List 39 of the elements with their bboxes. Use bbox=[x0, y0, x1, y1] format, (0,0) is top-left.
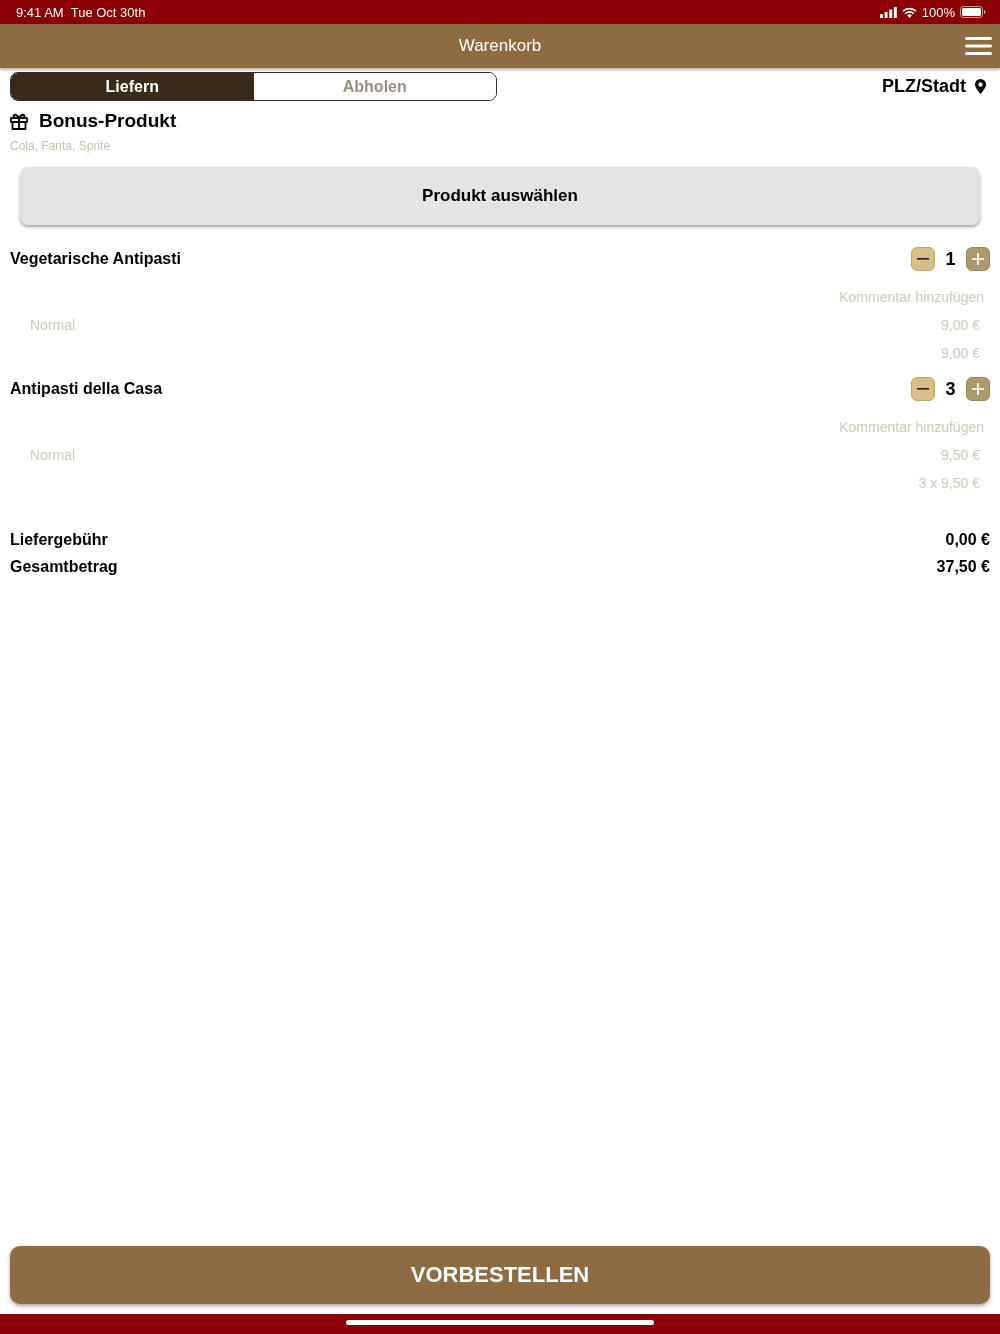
status-date: Tue Oct 30th bbox=[70, 4, 146, 20]
delivery-tab[interactable]: Liefern bbox=[11, 73, 254, 100]
minus-icon bbox=[917, 388, 929, 390]
menu-button[interactable] bbox=[965, 37, 992, 55]
increase-button[interactable] bbox=[966, 377, 990, 401]
decrease-button[interactable] bbox=[911, 377, 935, 401]
plus-icon bbox=[972, 383, 984, 395]
item-variant: Normal bbox=[30, 317, 76, 333]
unit-price: 9,00 € bbox=[941, 317, 980, 333]
screen-title: Warenkorb bbox=[458, 36, 542, 56]
item-name: Antipasti della Casa bbox=[10, 380, 163, 398]
item-name: Vegetarische Antipasti bbox=[10, 250, 182, 268]
select-product-button[interactable]: Produkt auswählen bbox=[20, 167, 980, 225]
summary-label: Liefergebühr bbox=[10, 530, 108, 549]
summary-value: 37,50 € bbox=[936, 557, 990, 576]
location-pin-icon bbox=[975, 79, 986, 94]
item-quantity: 1 bbox=[944, 248, 957, 270]
preorder-button[interactable]: VORBESTELLEN bbox=[10, 1246, 990, 1304]
wifi-icon bbox=[901, 6, 917, 18]
summary-label: Gesamtbetrag bbox=[10, 557, 118, 576]
gift-icon bbox=[10, 112, 28, 130]
location-button[interactable]: PLZ/Stadt bbox=[882, 76, 990, 97]
minus-icon bbox=[917, 258, 929, 260]
line-total: 9,00 € bbox=[941, 345, 980, 361]
battery-icon bbox=[960, 6, 986, 18]
line-total: 3 x 9,50 € bbox=[918, 475, 980, 491]
item-variant: Normal bbox=[30, 447, 76, 463]
decrease-button[interactable] bbox=[911, 247, 935, 271]
section-title: Bonus-Produkt bbox=[39, 110, 177, 132]
status-time: 9:41 AM bbox=[16, 4, 64, 20]
unit-price: 9,50 € bbox=[941, 447, 980, 463]
bonus-options: Cola, Fanta, Sprite bbox=[10, 139, 990, 155]
item-quantity: 3 bbox=[944, 378, 957, 400]
summary-value: 0,00 € bbox=[945, 530, 990, 549]
battery-percentage: 100% bbox=[921, 4, 955, 20]
plus-icon bbox=[972, 253, 984, 265]
signal-icon bbox=[879, 6, 897, 18]
increase-button[interactable] bbox=[966, 247, 990, 271]
menu-icon bbox=[965, 37, 992, 55]
